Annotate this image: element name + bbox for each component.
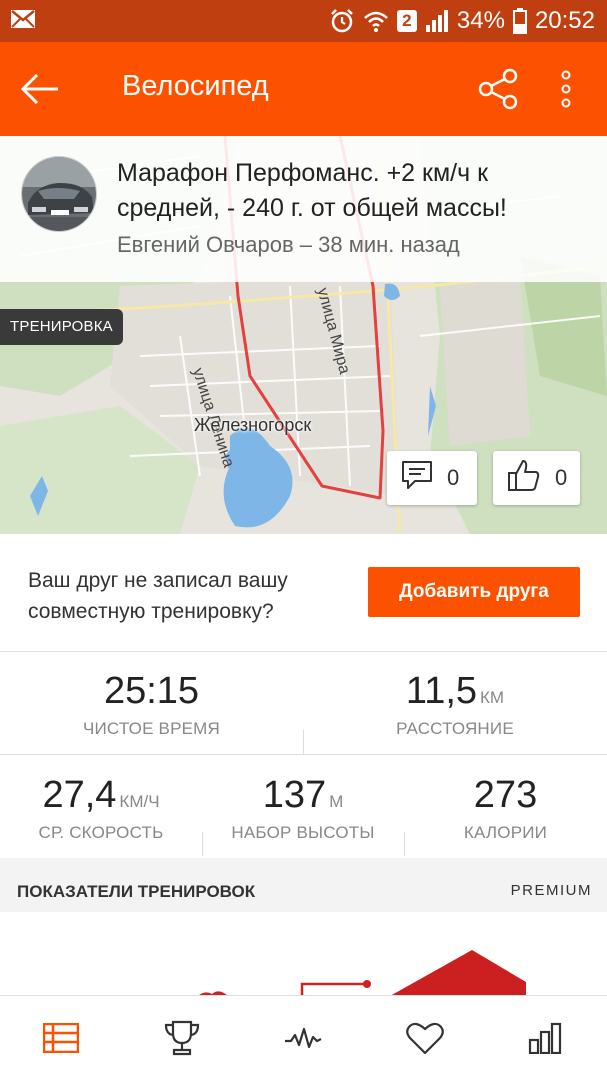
battery-percent: 34% — [456, 7, 505, 34]
comments-count: 0 — [447, 465, 460, 490]
calories-value: 273 — [473, 774, 538, 816]
alarm-icon — [329, 8, 355, 34]
divider — [0, 754, 607, 755]
comments-button[interactable]: 0 — [387, 451, 477, 505]
divider — [404, 832, 405, 856]
performance-section-header[interactable]: ПОКАЗАТЕЛИ ТРЕНИРОВОК PREMIUM — [0, 858, 607, 912]
heart-icon[interactable] — [405, 1018, 445, 1058]
elevation-label: НАБОР ВЫСОТЫ — [231, 823, 375, 842]
trophy-icon[interactable] — [162, 1018, 202, 1058]
thumbs-up-icon — [507, 458, 541, 498]
distance-value: 11,5 — [405, 670, 478, 712]
performance-title: ПОКАЗАТЕЛИ ТРЕНИРОВОК — [17, 882, 256, 901]
calories-label: КАЛОРИИ — [463, 823, 548, 842]
stat-elevation: 137 М НАБОР ВЫСОТЫ — [202, 774, 404, 843]
avg-speed-value: 27,4 — [42, 774, 117, 816]
moving-time-value: 25:15 — [103, 670, 200, 712]
city-label: Железногорск — [194, 415, 312, 435]
page-title: Велосипед — [122, 70, 269, 102]
stat-moving-time: 25:15 ЧИСТОЕ ВРЕМЯ — [0, 670, 303, 739]
mail-notification-icon — [10, 8, 36, 35]
add-friend-prompt-text: Ваш друг не записал вашу совместную трен… — [28, 569, 288, 623]
divider — [202, 832, 203, 856]
comment-icon — [401, 460, 433, 496]
kudos-count: 0 — [555, 465, 568, 490]
clock: 20:52 — [534, 7, 595, 34]
moving-time-label: ЧИСТОЕ ВРЕМЯ — [82, 719, 221, 738]
signal-icon — [425, 9, 449, 33]
distance-label: РАССТОЯНИЕ — [396, 719, 514, 738]
wifi-icon — [363, 9, 389, 33]
more-options-icon[interactable] — [560, 70, 572, 113]
stat-distance: 11,5 КМ РАССТОЯНИЕ — [303, 670, 607, 739]
elevation-unit: М — [329, 792, 344, 811]
avg-speed-label: СР. СКОРОСТЬ — [38, 823, 164, 842]
stat-calories: 273 КАЛОРИИ — [404, 774, 607, 843]
feed-icon[interactable] — [41, 1018, 81, 1058]
share-icon[interactable] — [478, 68, 520, 115]
activity-type-tag: ТРЕНИРОВКА — [0, 309, 123, 345]
activity-title[interactable]: Марафон Перфоманс. +2 км/ч к средней, - … — [117, 156, 587, 226]
activity-subtitle: Евгений Овчаров – 38 мин. назад — [117, 232, 460, 257]
back-arrow-icon[interactable] — [20, 72, 60, 111]
distance-unit: КМ — [480, 688, 505, 707]
sim-indicator: 2 — [396, 10, 417, 32]
app-bar: Велосипед — [0, 42, 607, 136]
record-activity-icon[interactable] — [283, 1018, 323, 1058]
stat-avg-speed: 27,4 КМ/Ч СР. СКОРОСТЬ — [0, 774, 202, 843]
divider — [303, 730, 304, 754]
elevation-value: 137 — [262, 774, 327, 816]
add-friend-button[interactable]: Добавить друга — [368, 567, 580, 617]
battery-icon — [512, 8, 527, 34]
athlete-avatar[interactable] — [21, 156, 97, 232]
kudos-button[interactable]: 0 — [493, 451, 580, 505]
add-friend-prompt: Ваш друг не записал вашу совместную трен… — [0, 534, 607, 652]
bottom-navigation — [0, 995, 607, 1080]
avg-speed-unit: КМ/Ч — [119, 792, 160, 811]
status-bar: 2 34% 20:52 — [0, 0, 607, 42]
premium-badge: PREMIUM — [510, 882, 592, 899]
performance-preview — [0, 912, 607, 996]
stats-icon[interactable] — [525, 1018, 565, 1058]
